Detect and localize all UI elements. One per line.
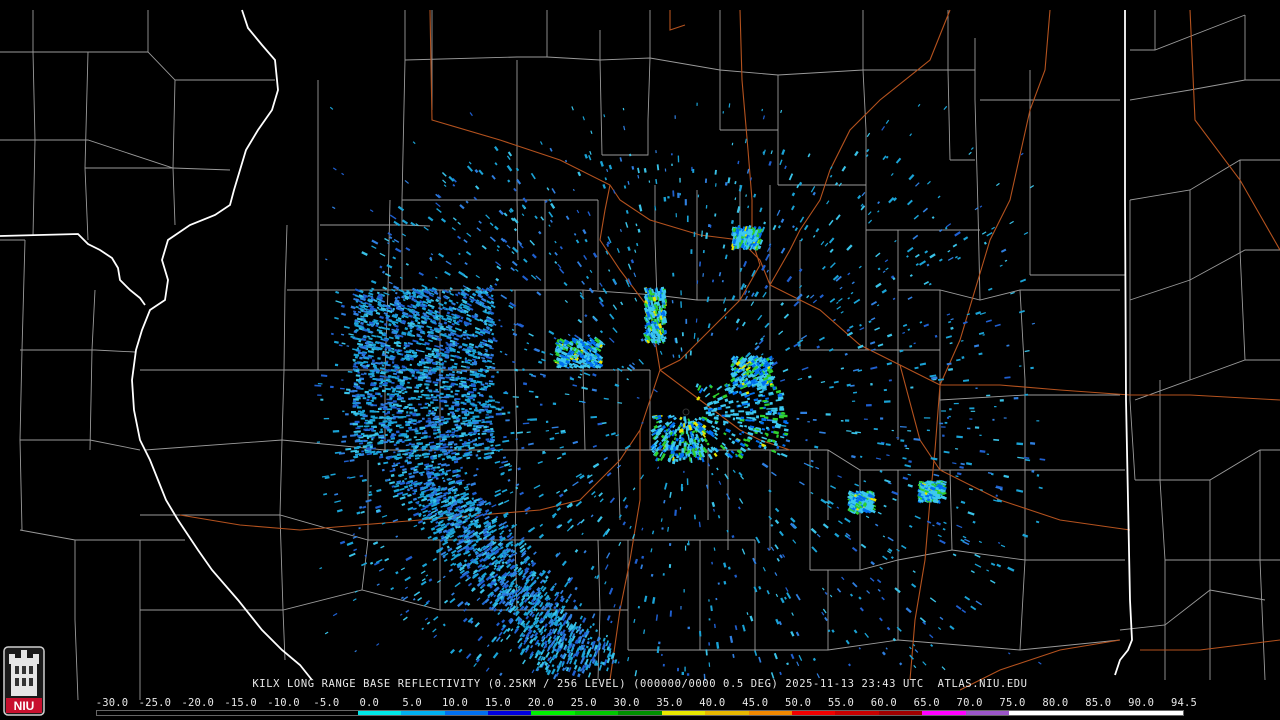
colorbar-segment bbox=[270, 711, 315, 715]
colorbar-segment bbox=[574, 711, 619, 715]
radar-map bbox=[0, 9, 1280, 701]
colorbar-label: 30.0 bbox=[613, 697, 640, 709]
colorbar-label: 70.0 bbox=[956, 697, 983, 709]
colorbar-segment bbox=[401, 711, 445, 715]
colorbar-label: 60.0 bbox=[870, 697, 897, 709]
colorbar-segment bbox=[1139, 711, 1183, 715]
colorbar-label: 0.0 bbox=[359, 697, 380, 709]
colorbar-segment bbox=[792, 711, 836, 715]
colorbar-segment bbox=[1009, 711, 1053, 715]
colorbar-label: -30.0 bbox=[95, 697, 129, 709]
colorbar-labels: -30.0 -25.0 -20.0 -15.0 -10.0 -5.0 0.0 5.0 10.0 1… bbox=[94, 697, 1204, 709]
colorbar-label: 20.0 bbox=[527, 697, 554, 709]
colorbar-segment bbox=[444, 711, 488, 715]
colorbar-label: 94.5 bbox=[1170, 697, 1198, 709]
radar-site-marker bbox=[682, 408, 690, 416]
colorbar-label: 25.0 bbox=[570, 697, 597, 709]
colorbar-segment bbox=[140, 711, 184, 715]
radar-echoes bbox=[314, 102, 1046, 681]
colorbar-label: 10.0 bbox=[441, 697, 469, 709]
colorbar-label: -20.0 bbox=[181, 697, 215, 709]
colorbar-segment bbox=[97, 711, 141, 715]
colorbar-segment bbox=[878, 711, 923, 715]
colorbar bbox=[96, 710, 1184, 716]
colorbar-segment bbox=[487, 711, 532, 715]
colorbar-segment bbox=[314, 711, 358, 715]
colorbar-segment bbox=[618, 711, 662, 715]
product-caption: KILX LONG RANGE BASE REFLECTIVITY (0.25K… bbox=[252, 678, 1028, 690]
colorbar-label: 80.0 bbox=[1042, 697, 1069, 709]
colorbar-label: 40.0 bbox=[699, 697, 726, 709]
colorbar-segment bbox=[748, 711, 792, 715]
colorbar-label: 75.0 bbox=[999, 697, 1026, 709]
colorbar-label: 85.0 bbox=[1085, 697, 1112, 709]
colorbar-segment bbox=[357, 711, 402, 715]
colorbar-segment bbox=[705, 711, 749, 715]
colorbar-label: 45.0 bbox=[742, 697, 769, 709]
colorbar-label: 55.0 bbox=[827, 697, 854, 709]
colorbar-segment bbox=[661, 711, 706, 715]
colorbar-label: 50.0 bbox=[785, 697, 812, 709]
colorbar-label: -15.0 bbox=[224, 697, 257, 709]
colorbar-label: 35.0 bbox=[656, 697, 683, 709]
colorbar-segment bbox=[965, 711, 1010, 715]
colorbar-segment bbox=[183, 711, 228, 715]
colorbar-segment bbox=[1096, 711, 1140, 715]
interstate-highways bbox=[179, 9, 1280, 691]
colorbar-label: -5.0 bbox=[313, 697, 340, 709]
colorbar-label: 90.0 bbox=[1128, 697, 1155, 709]
colorbar-label: -25.0 bbox=[138, 697, 172, 709]
colorbar-segment bbox=[227, 711, 271, 715]
colorbar-segment bbox=[835, 711, 879, 715]
colorbar-segment bbox=[531, 711, 575, 715]
colorbar-label: 15.0 bbox=[484, 697, 511, 709]
colorbar-segment bbox=[922, 711, 966, 715]
county-borders bbox=[0, 10, 1280, 701]
colorbar-label: 5.0 bbox=[402, 697, 422, 709]
colorbar-label: -10.0 bbox=[267, 697, 300, 709]
colorbar-label: 65.0 bbox=[913, 697, 940, 709]
colorbar-segment bbox=[1052, 711, 1097, 715]
